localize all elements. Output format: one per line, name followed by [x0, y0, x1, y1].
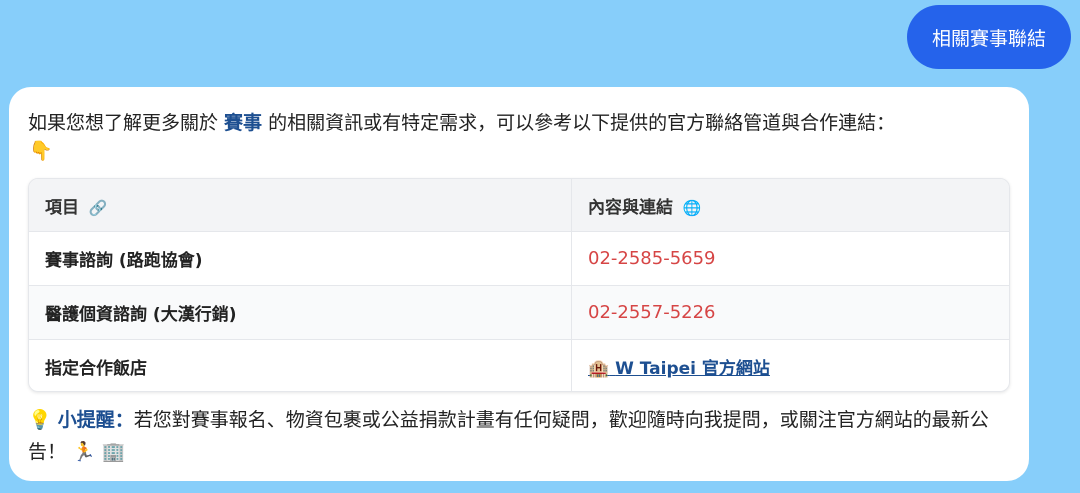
table-row: 醫護個資諮詢 (大漢行銷) 02-2557-5226 [29, 285, 1009, 340]
w-taipei-link[interactable]: 🏨 W Taipei 官方網站 [588, 359, 770, 379]
runner-building-icons: 🏃 🏢 [72, 441, 126, 463]
row-item-label: 指定合作飯店 [29, 339, 572, 391]
row-item-label: 賽事諮詢 (路跑協會) [29, 231, 572, 286]
header-item: 項目 🔗 [29, 179, 572, 232]
table-header-row: 項目 🔗 內容與連結 🌐 [29, 179, 1009, 232]
bot-message-bubble: 如果您想了解更多關於 賽事 的相關資訊或有特定需求，可以參考以下提供的官方聯絡管… [9, 87, 1029, 481]
chat-window: 相關賽事聯結 如果您想了解更多關於 賽事 的相關資訊或有特定需求，可以參考以下提… [0, 0, 1080, 493]
row-item-label: 醫護個資諮詢 (大漢行銷) [29, 285, 572, 340]
tip-label: 小提醒： [57, 409, 134, 431]
intro-text-after: 的相關資訊或有特定需求，可以參考以下提供的官方聯絡管道與合作連結： [262, 112, 896, 134]
phone-number: 02-2585-5659 [571, 231, 1009, 286]
user-message-bubble: 相關賽事聯結 [907, 5, 1071, 69]
hotel-link-cell: 🏨 W Taipei 官方網站 [572, 340, 1010, 392]
globe-icon: 🌐 [682, 198, 702, 217]
contact-table: 項目 🔗 內容與連結 🌐 賽事諮詢 (路跑協會) 02-2585-5659 醫護… [28, 178, 1010, 392]
pointing-down-icon: 👇 [29, 140, 53, 162]
link-text: W Taipei 官方網站 [615, 359, 770, 379]
link-icon: 🔗 [88, 198, 108, 217]
tip-paragraph: 💡 小提醒：若您對賽事報名、物資包裹或公益捐款計畫有任何疑問，歡迎隨時向我提問，… [28, 404, 1013, 468]
intro-keyword: 賽事 [224, 112, 263, 134]
bot-intro-text: 如果您想了解更多關於 賽事 的相關資訊或有特定需求，可以參考以下提供的官方聯絡管… [28, 107, 1008, 139]
table-row: 賽事諮詢 (路跑協會) 02-2585-5659 [29, 231, 1009, 286]
header-content: 內容與連結 🌐 [571, 179, 1009, 232]
phone-number: 02-2557-5226 [571, 285, 1009, 340]
header-content-label: 內容與連結 [588, 197, 673, 218]
lightbulb-icon: 💡 [28, 409, 52, 431]
header-item-label: 項目 [45, 197, 79, 218]
tip-text: 若您對賽事報名、物資包裹或公益捐款計畫有任何疑問，歡迎隨時向我提問，或關注官方網… [28, 409, 989, 463]
user-message-text: 相關賽事聯結 [931, 27, 1046, 50]
table-row: 指定合作飯店 🏨 W Taipei 官方網站 [29, 339, 1010, 392]
intro-text-before: 如果您想了解更多關於 [28, 112, 225, 134]
hotel-icon: 🏨 [588, 359, 610, 379]
